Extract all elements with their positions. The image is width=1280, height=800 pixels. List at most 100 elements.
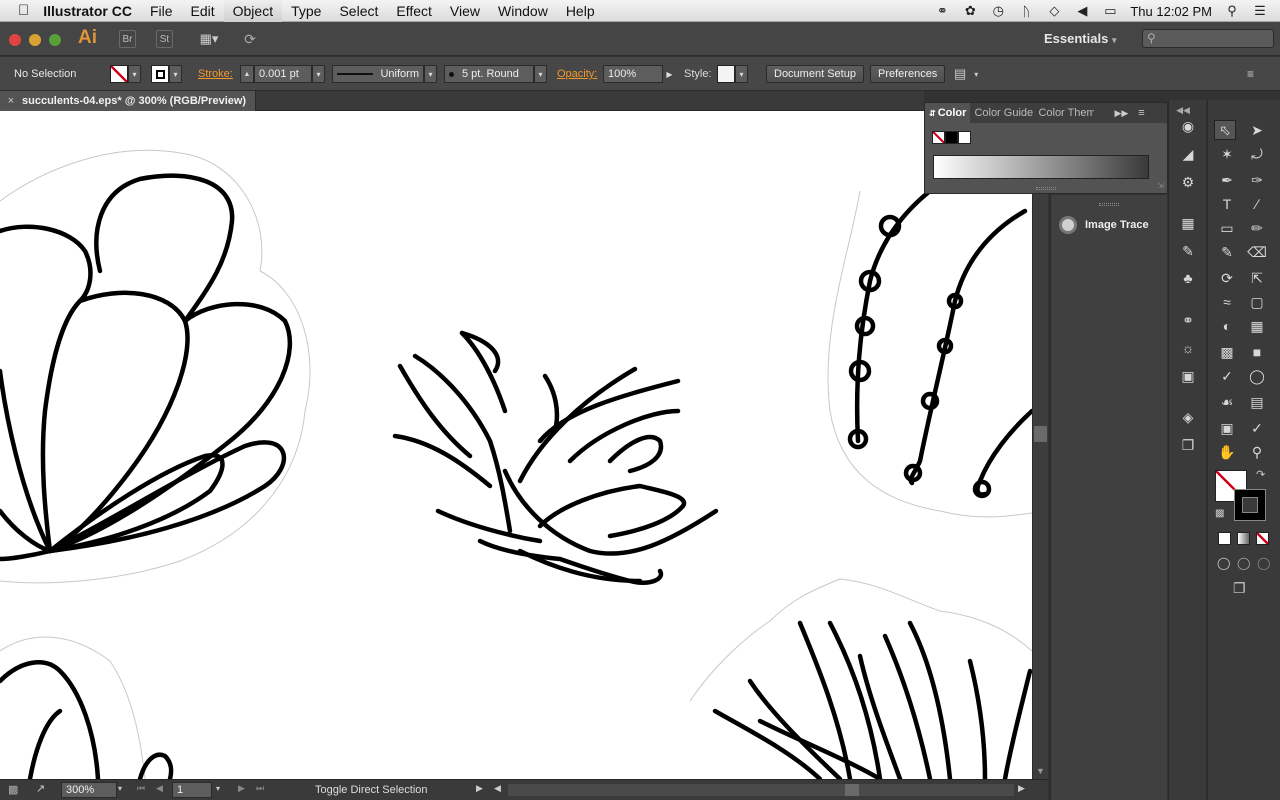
black-swatch[interactable] bbox=[945, 131, 958, 144]
document-setup-button[interactable]: Document Setup bbox=[766, 65, 864, 83]
blend-tool-icon[interactable]: ◯ bbox=[1246, 366, 1268, 386]
opacity-field[interactable]: 100% ▶ bbox=[603, 65, 676, 83]
panel-menu-icon[interactable]: ≡ bbox=[1138, 107, 1144, 119]
zoom-field[interactable]: 300% bbox=[61, 782, 117, 798]
panel-resize-icon[interactable]: ⇲ bbox=[1157, 181, 1164, 190]
panel-grip[interactable] bbox=[1036, 187, 1056, 190]
first-artboard-icon[interactable]: ⏮ bbox=[137, 783, 145, 794]
search-help-input[interactable]: ⚲ bbox=[1142, 29, 1274, 48]
symbol-sprayer-tool-icon[interactable]: ☙ bbox=[1216, 392, 1238, 412]
menu-select[interactable]: Select bbox=[330, 0, 387, 22]
gradient-tool-icon[interactable]: ■ bbox=[1246, 342, 1268, 362]
brush-dropdown-icon[interactable]: ▾ bbox=[534, 65, 547, 83]
menu-help[interactable]: Help bbox=[557, 0, 604, 22]
selection-tool-icon[interactable]: ⬁ bbox=[1214, 120, 1236, 140]
color-mode-icon[interactable] bbox=[1218, 532, 1231, 545]
layers-icon[interactable]: ◈ bbox=[1177, 407, 1199, 427]
menu-object[interactable]: Object bbox=[223, 0, 283, 22]
profile-dropdown-icon[interactable]: ▾ bbox=[424, 65, 437, 83]
vertical-scrollbar[interactable]: ▼ bbox=[1032, 111, 1048, 779]
artboard-number-field[interactable]: 1 bbox=[172, 782, 212, 798]
image-trace-item[interactable]: Image Trace bbox=[1059, 213, 1164, 237]
stroke-swatch[interactable]: ▾ bbox=[151, 65, 182, 83]
menu-view[interactable]: View bbox=[441, 0, 489, 22]
line-tool-icon[interactable]: ∕ bbox=[1246, 194, 1268, 214]
artboard-tool-icon[interactable]: ▣ bbox=[1216, 418, 1238, 438]
color-guide-icon[interactable]: ◢ bbox=[1177, 144, 1199, 164]
stroke-color-box[interactable] bbox=[1234, 489, 1266, 521]
style-dropdown-icon[interactable]: ▾ bbox=[735, 65, 748, 83]
artboards-icon[interactable]: ❐ bbox=[1177, 435, 1199, 455]
width-tool-icon[interactable]: ≈ bbox=[1216, 292, 1238, 312]
pencil-tool-icon[interactable]: ✎ bbox=[1216, 242, 1238, 262]
last-artboard-icon[interactable]: ⏭ bbox=[256, 783, 264, 794]
rectangle-tool-icon[interactable]: ▭ bbox=[1216, 218, 1238, 238]
symbols-icon[interactable]: ♣ bbox=[1177, 268, 1199, 288]
color-spectrum-ramp[interactable] bbox=[933, 155, 1149, 179]
workspace-switcher[interactable]: Essentials ▾ bbox=[1044, 31, 1116, 46]
gradient-mode-icon[interactable] bbox=[1237, 532, 1250, 545]
bridge-button[interactable]: Br bbox=[119, 30, 136, 48]
swatches-icon[interactable]: ▦ bbox=[1177, 213, 1199, 233]
stock-button[interactable]: St bbox=[156, 30, 173, 48]
arrange-documents-icon[interactable]: ▦▾ bbox=[195, 30, 223, 48]
draw-normal-icon[interactable]: ◯ bbox=[1217, 556, 1230, 570]
stroke-weight-value[interactable]: 0.001 pt bbox=[254, 65, 312, 83]
app-menu[interactable]: Illustrator CC bbox=[37, 0, 141, 22]
menu-window[interactable]: Window bbox=[489, 0, 557, 22]
none-mode-icon[interactable] bbox=[1256, 532, 1269, 545]
zoom-tool-icon[interactable]: ⚲ bbox=[1246, 442, 1268, 462]
prev-artboard-icon[interactable]: ◀ bbox=[156, 783, 163, 794]
column-graph-tool-icon[interactable]: ▤ bbox=[1246, 392, 1268, 412]
white-swatch[interactable] bbox=[958, 131, 971, 144]
scale-tool-icon[interactable]: ⇱ bbox=[1246, 268, 1268, 288]
horizontal-scroll-thumb[interactable] bbox=[845, 784, 859, 796]
hscroll-right-arrow-icon[interactable]: ▶ bbox=[1018, 783, 1025, 794]
eraser-tool-icon[interactable]: ⌫ bbox=[1246, 242, 1268, 262]
graphic-style-picker[interactable]: ▾ bbox=[717, 65, 748, 83]
opacity-arrow-icon[interactable]: ▶ bbox=[663, 65, 676, 83]
control-panel-menu-icon[interactable]: ≡ bbox=[1247, 65, 1254, 83]
tab-color[interactable]: ⇵ Color bbox=[925, 103, 971, 123]
minimize-window-icon[interactable] bbox=[29, 34, 41, 46]
creative-cloud-icon[interactable]: ⚭ bbox=[934, 3, 950, 18]
battery-icon[interactable]: ▭ bbox=[1102, 3, 1118, 18]
free-transform-tool-icon[interactable]: ▢ bbox=[1246, 292, 1268, 312]
apple-icon[interactable]:  bbox=[0, 0, 37, 22]
opacity-value[interactable]: 100% bbox=[603, 65, 663, 83]
lasso-tool-icon[interactable]: ⤾ bbox=[1246, 144, 1268, 164]
menu-type[interactable]: Type bbox=[282, 0, 330, 22]
slice-tool-icon[interactable]: ✓ bbox=[1246, 418, 1268, 438]
brushes-icon[interactable]: ✎ bbox=[1177, 241, 1199, 261]
paintbrush-tool-icon[interactable]: ✏ bbox=[1246, 218, 1268, 238]
direct-selection-tool-icon[interactable]: ➤ bbox=[1246, 120, 1268, 140]
share-icon[interactable]: ↗ bbox=[36, 782, 45, 795]
magic-wand-tool-icon[interactable]: ✶ bbox=[1216, 144, 1238, 164]
color-themes-icon[interactable]: ⚙ bbox=[1177, 172, 1199, 192]
clock[interactable]: Thu 12:02 PM bbox=[1130, 4, 1212, 19]
close-tab-icon[interactable]: × bbox=[0, 95, 22, 107]
hscroll-left-arrow-icon[interactable]: ◀ bbox=[494, 783, 501, 794]
swap-fill-stroke-icon[interactable]: ↷ bbox=[1256, 468, 1265, 481]
rotate-tool-icon[interactable]: ⟳ bbox=[1216, 268, 1238, 288]
artboard-nav-icon[interactable]: ▩ bbox=[8, 783, 18, 796]
draw-inside-icon[interactable]: ◯ bbox=[1257, 556, 1270, 570]
variable-width-profile[interactable]: Uniform ▾ bbox=[332, 65, 437, 83]
fill-dropdown-icon[interactable]: ▾ bbox=[128, 65, 141, 83]
perspective-grid-tool-icon[interactable]: ▦ bbox=[1246, 316, 1268, 336]
zoom-dropdown-icon[interactable]: ▾ bbox=[118, 784, 122, 793]
wifi-icon[interactable]: ◇ bbox=[1046, 3, 1062, 18]
stroke-weight-field[interactable]: ▲ 0.001 pt ▾ bbox=[240, 65, 325, 83]
appearance-icon[interactable]: ☼ bbox=[1177, 338, 1199, 358]
fill-swatch[interactable]: ▾ bbox=[110, 65, 141, 83]
zoom-window-icon[interactable] bbox=[49, 34, 61, 46]
artboard-canvas[interactable] bbox=[0, 111, 1032, 779]
gpu-performance-icon[interactable]: ⟳ bbox=[238, 30, 262, 48]
document-tab[interactable]: × succulents-04.eps* @ 300% (RGB/Preview… bbox=[0, 91, 256, 111]
tab-color-themes[interactable]: Color Themes bbox=[1034, 107, 1094, 119]
spotlight-icon[interactable]: ⚲ bbox=[1224, 3, 1240, 18]
scroll-down-arrow-icon[interactable]: ▼ bbox=[1036, 766, 1045, 776]
bluetooth-icon[interactable]: ᚢ bbox=[1018, 4, 1034, 19]
menu-file[interactable]: File bbox=[141, 0, 182, 22]
none-swatch[interactable] bbox=[932, 131, 945, 144]
